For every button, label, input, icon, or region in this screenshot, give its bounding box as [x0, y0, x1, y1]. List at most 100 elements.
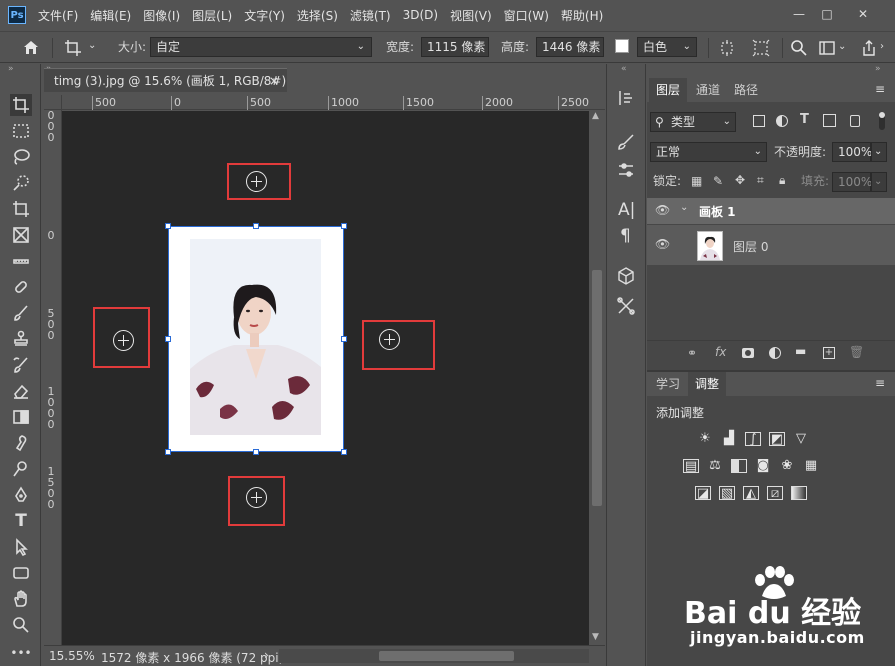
distribute-artboard-icon[interactable] — [752, 39, 770, 60]
eyedropper-tool-icon[interactable] — [10, 250, 32, 272]
document-tab[interactable]: timg (3).jpg @ 15.6% (画板 1, RGB/8#) * × — [44, 68, 287, 112]
minimize-button[interactable]: — — [787, 4, 811, 24]
lock-artboard-icon[interactable]: ⌗ — [757, 173, 764, 188]
eraser-tool-icon[interactable] — [10, 380, 32, 402]
color-select[interactable]: 白色 ⌄ — [637, 37, 697, 57]
scroll-thumb[interactable] — [592, 270, 602, 506]
artboard-tool-icon[interactable] — [10, 94, 32, 116]
menu-layer[interactable]: 图层(L) — [192, 7, 232, 24]
menu-type[interactable]: 文字(Y) — [244, 7, 285, 24]
levels-icon[interactable]: ▟ — [721, 432, 737, 446]
menu-window[interactable]: 窗口(W) — [504, 7, 549, 24]
resize-handle[interactable] — [341, 223, 347, 229]
new-fill-layer-icon[interactable] — [769, 347, 781, 359]
channel-mixer-icon[interactable]: ❀ — [779, 459, 795, 473]
collapse-arrows-icon[interactable]: » — [875, 64, 881, 74]
opacity-dropdown[interactable]: ⌄ — [871, 142, 887, 162]
home-icon[interactable] — [22, 39, 42, 57]
curves-icon[interactable]: ∫ — [745, 432, 761, 447]
fill-input[interactable]: 100% — [832, 172, 872, 192]
artboard-tool-icon[interactable] — [64, 39, 84, 57]
chevron-down-icon[interactable]: ⌄ — [838, 41, 846, 52]
filter-smart-object-icon[interactable] — [850, 115, 860, 127]
document-canvas[interactable] — [62, 111, 589, 645]
menu-3d[interactable]: 3D(D) — [403, 8, 438, 22]
brush-settings-icon[interactable] — [616, 160, 636, 183]
blend-mode-select[interactable]: 正常 ⌄ — [650, 142, 767, 162]
new-layer-icon[interactable]: + — [823, 347, 835, 359]
menu-filter[interactable]: 滤镜(T) — [350, 7, 391, 24]
healing-brush-tool-icon[interactable] — [10, 276, 32, 298]
filter-adjustment-icon[interactable] — [776, 115, 788, 127]
color-balance-icon[interactable]: ⚖ — [707, 459, 723, 473]
fill-dropdown[interactable]: ⌄ — [871, 172, 887, 192]
tool-presets-icon[interactable] — [616, 296, 636, 319]
eye-icon[interactable]: 👁︎ — [655, 203, 670, 217]
horizontal-scrollbar[interactable] — [279, 649, 589, 663]
lock-image-icon[interactable]: ✎ — [713, 174, 723, 188]
panel-menu-icon[interactable]: ≡ — [875, 82, 885, 96]
crop-tool-icon[interactable] — [10, 198, 32, 220]
lock-position-icon[interactable]: ✥ — [735, 173, 745, 187]
height-input[interactable]: 1446 像素 — [536, 37, 604, 57]
zoom-tool-icon[interactable] — [10, 614, 32, 636]
resize-handle[interactable] — [253, 223, 259, 229]
align-artboard-icon[interactable] — [718, 39, 736, 60]
dodge-tool-icon[interactable] — [10, 458, 32, 480]
resize-handle[interactable] — [253, 449, 259, 455]
quick-select-tool-icon[interactable] — [10, 172, 32, 194]
brush-panel-icon[interactable] — [616, 132, 636, 155]
exposure-icon[interactable]: ◩ — [769, 432, 785, 447]
link-icon[interactable]: ⚭ — [687, 346, 697, 360]
gradient-tool-icon[interactable] — [10, 406, 32, 428]
frame-tool-icon[interactable] — [10, 224, 32, 246]
tab-channels[interactable]: 通道 — [689, 78, 727, 102]
history-panel-icon[interactable] — [616, 88, 636, 111]
filter-shape-icon[interactable] — [823, 114, 836, 127]
size-select[interactable]: 自定 ⌄ — [150, 37, 372, 57]
artboard-layer-row[interactable]: 👁︎ ⌄ 画板 1 — [647, 198, 895, 224]
menu-select[interactable]: 选择(S) — [297, 7, 338, 24]
scroll-thumb[interactable] — [379, 651, 514, 661]
scroll-up-icon[interactable]: ▲ — [592, 111, 599, 121]
add-artboard-bottom-icon[interactable] — [246, 487, 267, 508]
clone-stamp-tool-icon[interactable] — [10, 328, 32, 350]
smudge-tool-icon[interactable] — [10, 432, 32, 454]
add-artboard-left-icon[interactable] — [113, 330, 134, 351]
artboard[interactable] — [168, 226, 344, 452]
workspace-icon[interactable] — [818, 39, 836, 60]
character-panel-icon[interactable]: A| — [618, 200, 635, 220]
resize-handle[interactable] — [165, 223, 171, 229]
brightness-contrast-icon[interactable]: ☀ — [697, 432, 713, 446]
tab-learn[interactable]: 学习 — [649, 372, 687, 396]
collapse-arrows-icon[interactable]: » — [8, 64, 14, 74]
selective-color-icon[interactable]: ⧄ — [767, 486, 783, 501]
filter-type-icon[interactable]: T — [800, 112, 809, 127]
scroll-down-icon[interactable]: ▼ — [592, 632, 599, 642]
3d-panel-icon[interactable] — [616, 266, 636, 289]
zoom-level[interactable]: 15.55% — [49, 649, 95, 663]
chevron-right-icon[interactable]: › — [264, 648, 269, 662]
color-swatch[interactable] — [615, 39, 629, 53]
more-tools-icon[interactable]: ••• — [10, 642, 32, 664]
filter-pixel-icon[interactable] — [753, 115, 765, 127]
lock-all-icon[interactable]: 🔒︎ — [779, 173, 785, 188]
rectangle-tool-icon[interactable] — [10, 562, 32, 584]
marquee-tool-icon[interactable] — [10, 120, 32, 142]
add-mask-icon[interactable] — [742, 348, 754, 358]
hand-tool-icon[interactable] — [10, 588, 32, 610]
filter-toggle[interactable] — [879, 112, 885, 130]
chevron-right-icon[interactable]: › — [880, 41, 884, 52]
menu-edit[interactable]: 编辑(E) — [90, 7, 131, 24]
path-selection-tool-icon[interactable] — [10, 536, 32, 558]
layer-row[interactable]: 👁︎ 图层 0 — [647, 225, 895, 265]
menu-image[interactable]: 图像(I) — [143, 7, 180, 24]
threshold-icon[interactable]: ◭ — [743, 486, 759, 501]
resize-handle[interactable] — [165, 336, 171, 342]
chevron-down-icon[interactable]: ⌄ — [88, 40, 96, 51]
paragraph-panel-icon[interactable]: ¶ — [620, 226, 631, 246]
fx-icon[interactable]: fx — [715, 345, 726, 359]
add-artboard-top-icon[interactable] — [246, 171, 267, 192]
type-tool-icon[interactable]: T — [10, 510, 32, 532]
close-tab-icon[interactable]: × — [269, 69, 279, 93]
